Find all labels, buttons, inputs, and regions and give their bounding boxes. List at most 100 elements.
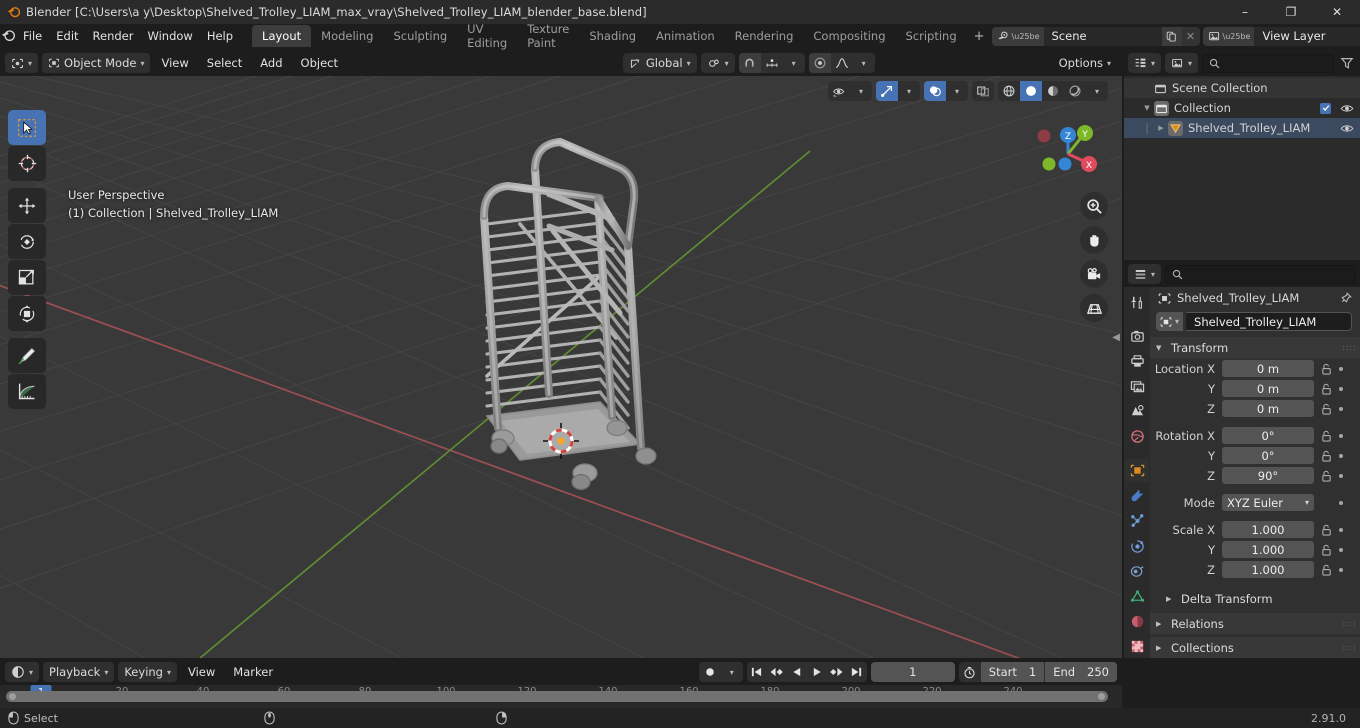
rotation-z-lock-icon[interactable]	[1321, 470, 1332, 482]
scale-y-animate-dot[interactable]	[1339, 547, 1343, 552]
outliner-filter-icon[interactable]	[1338, 56, 1356, 70]
collections-expand-icon[interactable]: ▶	[1156, 644, 1165, 652]
relations-panel-header[interactable]: ▶ Relations ::::	[1150, 613, 1360, 634]
menu-help[interactable]: Help	[200, 26, 240, 46]
rotation-y-lock-icon[interactable]	[1321, 450, 1332, 462]
falloff-chevron-down-icon[interactable]: ▾	[853, 53, 875, 73]
add-workspace-button[interactable]: +	[967, 25, 992, 47]
delta-transform-expand-icon[interactable]: ▶	[1166, 595, 1175, 603]
tool-rotate[interactable]	[8, 224, 46, 259]
wireframe-shading-icon[interactable]	[998, 81, 1020, 101]
view-layer-selector[interactable]: \u25be View Layer ✕	[1202, 26, 1360, 46]
properties-tab-world[interactable]	[1125, 425, 1149, 448]
current-frame-input[interactable]: 1	[870, 662, 955, 682]
zoom-icon[interactable]	[1080, 192, 1108, 220]
rendered-shading-icon[interactable]	[1064, 81, 1086, 101]
3d-viewport[interactable]: User Perspective (1) Collection | Shelve…	[0, 76, 1122, 658]
pivot-point-dropdown[interactable]: ▾	[700, 53, 735, 73]
maximize-button[interactable]: ❐	[1268, 0, 1314, 24]
properties-tab-output[interactable]	[1125, 350, 1149, 373]
tab-rendering[interactable]: Rendering	[725, 25, 804, 47]
tool-annotate[interactable]	[8, 338, 46, 373]
scale-y-input[interactable]: 1.000	[1222, 541, 1314, 558]
tool-move[interactable]	[8, 188, 46, 223]
tool-transform[interactable]	[8, 296, 46, 331]
timeline-menu-view[interactable]: View	[181, 662, 222, 682]
location-y-input[interactable]: 0 m	[1222, 380, 1314, 397]
object-hide-eye-icon[interactable]	[1340, 123, 1354, 134]
outliner-display-mode-dropdown[interactable]: ▾	[1165, 53, 1199, 73]
rotation-y-animate-dot[interactable]	[1339, 453, 1343, 458]
transform-expand-icon[interactable]: ▼	[1156, 344, 1165, 352]
outliner-row-shelved-trolley[interactable]: | ▶ Shelved_Trolley_LIAM	[1124, 118, 1360, 138]
properties-tab-scene[interactable]	[1125, 400, 1149, 423]
timeline-editor-type-icon[interactable]: ▾	[5, 662, 40, 682]
object-visibility-icon[interactable]	[828, 81, 850, 101]
delta-transform-panel-header[interactable]: ▶ Delta Transform	[1150, 588, 1360, 609]
end-frame-input[interactable]: End 250	[1045, 662, 1117, 682]
object-name-value[interactable]: Shelved_Trolley_LIAM	[1186, 312, 1352, 331]
location-z-lock-icon[interactable]	[1321, 403, 1332, 415]
auto-keying-record-icon[interactable]	[699, 662, 721, 682]
viewport-menu-select[interactable]: Select	[200, 53, 249, 73]
object-id-field[interactable]: ▾ Shelved_Trolley_LIAM	[1150, 309, 1360, 337]
tab-compositing[interactable]: Compositing	[803, 25, 895, 47]
viewport-options-dropdown[interactable]: Options ▾	[1053, 53, 1117, 73]
location-y-animate-dot[interactable]	[1339, 386, 1343, 391]
tool-tweak-select[interactable]	[8, 110, 46, 145]
transform-orientation-dropdown[interactable]: Global ▾	[622, 53, 697, 73]
tab-texture-paint[interactable]: Texture Paint	[517, 22, 579, 50]
object-mode-dropdown[interactable]: Object Mode ▾	[42, 53, 151, 73]
scale-z-input[interactable]: 1.000	[1222, 561, 1314, 578]
location-x-input[interactable]: 0 m	[1222, 360, 1314, 377]
scene-unlink-icon[interactable]: ✕	[1181, 26, 1200, 46]
location-y-lock-icon[interactable]	[1321, 383, 1332, 395]
rotation-z-input[interactable]: 90°	[1222, 467, 1314, 484]
menu-edit[interactable]: Edit	[49, 26, 85, 46]
timeline-menu-keying[interactable]: Keying ▾	[118, 662, 177, 682]
play-reverse-icon[interactable]	[787, 662, 807, 682]
editor-type-selector[interactable]: ▾	[5, 53, 39, 73]
pin-icon[interactable]	[1339, 291, 1352, 305]
location-x-lock-icon[interactable]	[1321, 363, 1332, 375]
scale-x-input[interactable]: 1.000	[1222, 521, 1314, 538]
location-z-input[interactable]: 0 m	[1222, 400, 1314, 417]
rotation-x-input[interactable]: 0°	[1222, 427, 1314, 444]
falloff-curve-icon[interactable]	[831, 53, 853, 73]
scene-name[interactable]: Scene	[1043, 26, 1162, 46]
relations-expand-icon[interactable]: ▶	[1156, 620, 1165, 628]
start-frame-input[interactable]: Start 1	[980, 662, 1045, 682]
show-gizmo-icon[interactable]	[876, 81, 898, 101]
tool-measure[interactable]	[8, 374, 46, 409]
jump-to-next-keyframe-icon[interactable]	[827, 662, 847, 682]
jump-to-end-icon[interactable]	[847, 662, 867, 682]
blender-menu-icon[interactable]	[0, 24, 16, 48]
overlays-chevron-icon[interactable]: ▾	[946, 81, 968, 101]
pan-hand-icon[interactable]	[1080, 226, 1108, 254]
play-icon[interactable]	[807, 662, 827, 682]
timeline-horizontal-scrollbar[interactable]	[6, 691, 1108, 702]
view-layer-browse-icon[interactable]: \u25be	[1202, 26, 1255, 46]
properties-tab-physics[interactable]	[1125, 534, 1149, 557]
rotation-mode-dropdown[interactable]: XYZ Euler ▾	[1222, 494, 1314, 511]
rotation-x-animate-dot[interactable]	[1339, 433, 1343, 438]
properties-tab-object[interactable]	[1125, 459, 1149, 483]
viewport-canvas[interactable]	[0, 76, 1122, 658]
snap-magnet-icon[interactable]	[738, 53, 761, 73]
material-preview-shading-icon[interactable]	[1042, 81, 1064, 101]
scale-z-animate-dot[interactable]	[1339, 567, 1343, 572]
scene-browse-icon[interactable]: \u25be	[991, 26, 1044, 46]
collections-panel-header[interactable]: ▶ Collections ::::	[1150, 637, 1360, 658]
viewport-menu-view[interactable]: View	[154, 53, 195, 73]
scene-selector[interactable]: \u25be Scene ✕	[991, 26, 1200, 46]
menu-window[interactable]: Window	[140, 26, 199, 46]
rotation-x-lock-icon[interactable]	[1321, 430, 1332, 442]
proportional-edit-icon[interactable]	[808, 53, 831, 73]
scene-new-icon[interactable]	[1161, 26, 1182, 46]
rotation-mode-animate-dot[interactable]	[1339, 500, 1343, 505]
properties-search-input[interactable]	[1165, 264, 1356, 284]
location-x-animate-dot[interactable]	[1339, 366, 1343, 371]
camera-view-icon[interactable]	[1080, 260, 1108, 288]
viewport-menu-add[interactable]: Add	[253, 53, 289, 73]
scale-y-lock-icon[interactable]	[1321, 544, 1332, 556]
